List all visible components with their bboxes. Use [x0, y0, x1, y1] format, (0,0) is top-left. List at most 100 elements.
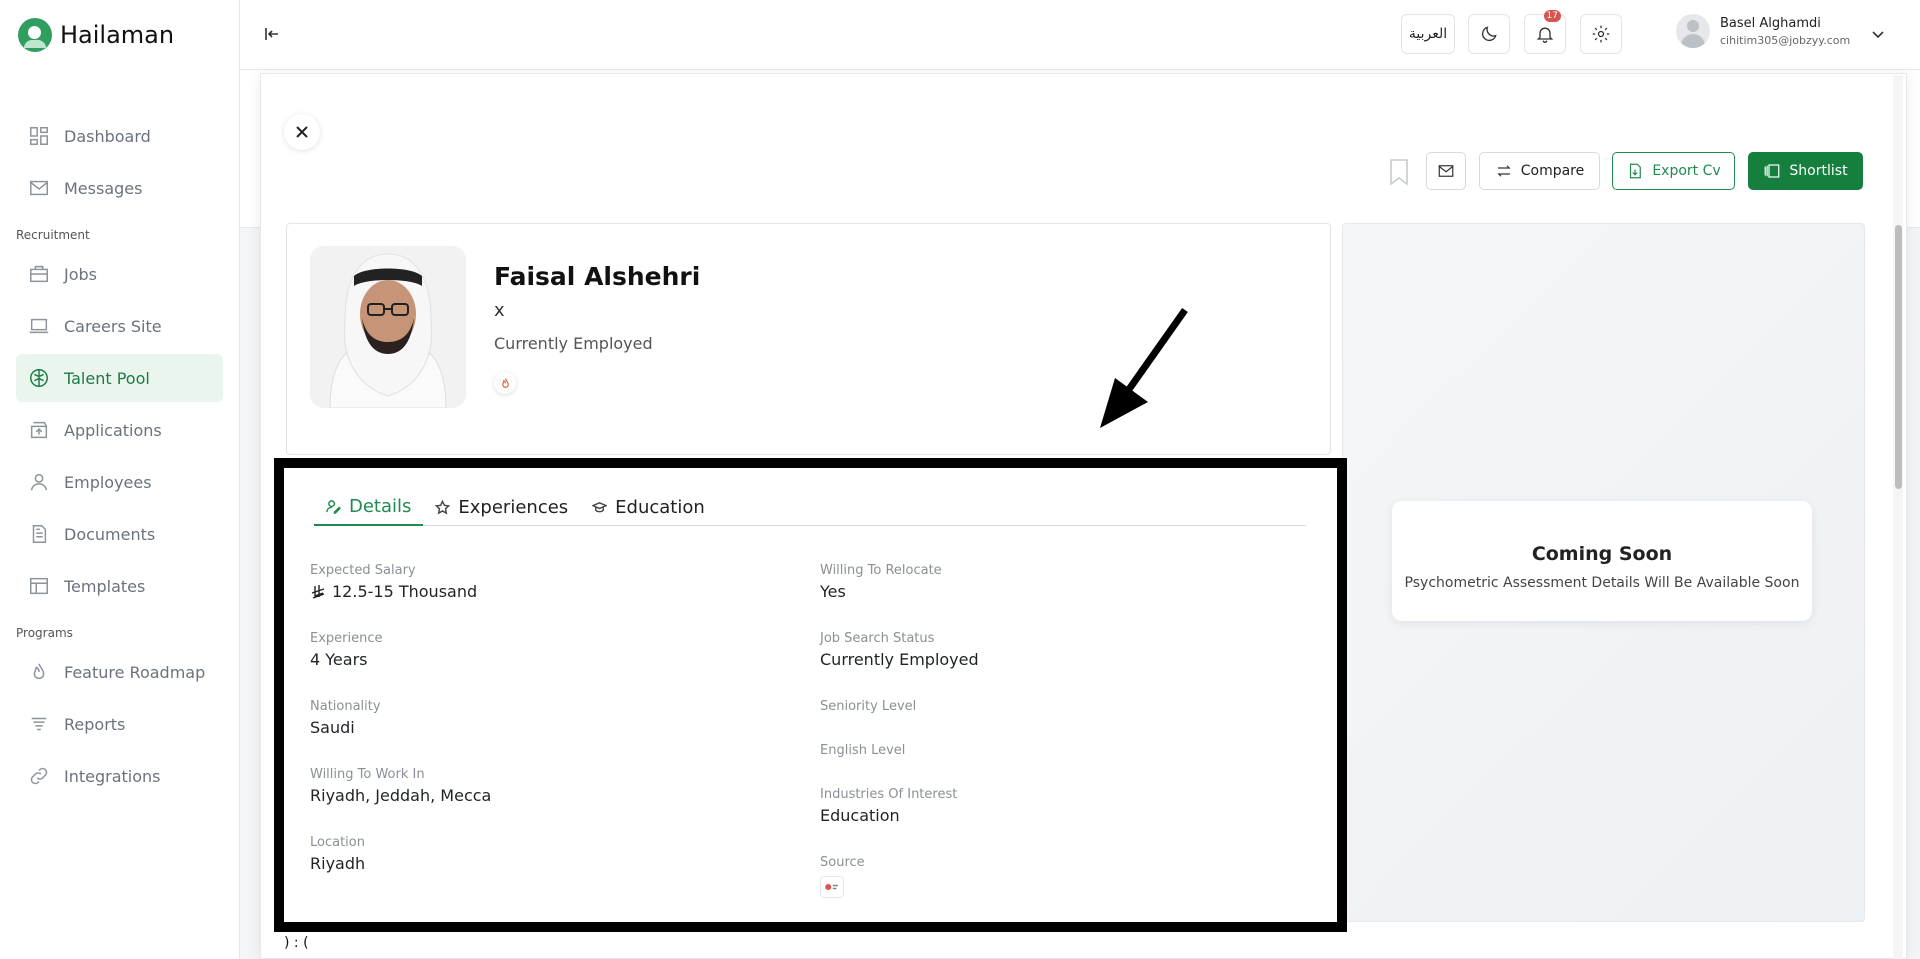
brand[interactable]: Hailaman [18, 18, 174, 52]
field-nationality: Nationality Saudi [310, 699, 381, 737]
sidebar-item-label: Careers Site [64, 316, 162, 336]
gear-icon [1592, 25, 1610, 43]
nav-section-programs: Programs [16, 626, 73, 640]
close-modal-button[interactable] [284, 114, 320, 150]
field-value: Riyadh, Jeddah, Mecca [310, 786, 492, 805]
message-candidate-button[interactable] [1426, 152, 1466, 190]
sidebar-item-label: Dashboard [64, 126, 151, 146]
sidebar-nav: Dashboard Messages Recruitment Jobs Care… [16, 112, 223, 804]
field-industries-of-interest: Industries Of Interest Education [820, 787, 957, 825]
compare-button[interactable]: Compare [1479, 152, 1600, 190]
sidebar-item-documents[interactable]: Documents [16, 510, 223, 558]
sidebar-item-label: Messages [64, 178, 143, 198]
shortlist-label: Shortlist [1789, 163, 1848, 179]
source-logo-icon [820, 876, 844, 898]
shortlist-button[interactable]: Shortlist [1748, 152, 1863, 190]
modal-scrollbar[interactable] [1893, 75, 1903, 959]
field-willing-to-relocate: Willing To Relocate Yes [820, 563, 942, 601]
language-toggle-button[interactable]: العربية [1401, 14, 1455, 54]
tab-education[interactable]: Education [580, 488, 717, 526]
field-value: 4 Years [310, 650, 368, 669]
tab-experiences[interactable]: Experiences [423, 488, 580, 526]
avatar [1676, 14, 1710, 48]
brand-logo-icon [18, 18, 52, 52]
sidebar-item-templates[interactable]: Templates [16, 562, 223, 610]
annotation-arrow-icon [1100, 307, 1188, 428]
field-job-search-status: Job Search Status Currently Employed [820, 631, 979, 669]
sidebar-item-label: Documents [64, 524, 156, 544]
laptop-icon [29, 318, 49, 334]
sidebar-item-careers-site[interactable]: Careers Site [16, 302, 223, 350]
sidebar-item-talent-pool[interactable]: Talent Pool [16, 354, 223, 402]
tab-details[interactable]: Details [314, 488, 424, 526]
bookmark-icon[interactable] [1387, 158, 1411, 186]
field-location: Location Riyadh [310, 835, 365, 873]
field-source: Source [820, 855, 865, 898]
candidate-title: x [494, 300, 505, 321]
file-download-icon [1630, 163, 1642, 179]
bell-icon [1536, 27, 1554, 43]
document-icon [32, 525, 47, 543]
field-seniority-level: Seniority Level [820, 699, 916, 714]
candidate-name: Faisal Alshehri [494, 262, 701, 291]
field-label: Job Search Status [820, 631, 935, 646]
field-willing-to-work-in: Willing To Work In Riyadh, Jeddah, Mecca [310, 767, 491, 805]
moon-icon [1481, 26, 1497, 42]
settings-button[interactable] [1580, 14, 1622, 54]
sidebar-item-label: Reports [64, 714, 126, 734]
dashboard-icon [30, 127, 48, 145]
field-value: 12.5-15 Thousand [332, 582, 478, 601]
notification-count-badge: 17 [1543, 10, 1561, 22]
tab-label: Experiences [458, 496, 569, 518]
sidebar-item-label: Integrations [64, 766, 161, 786]
export-cv-button[interactable]: Export Cv [1612, 152, 1735, 190]
source-logo-image [825, 884, 838, 890]
sidebar-item-jobs[interactable]: Jobs [16, 250, 223, 298]
field-label: Industries Of Interest [820, 787, 958, 802]
sidebar-item-label: Jobs [64, 264, 97, 284]
sidebar-item-reports[interactable]: Reports [16, 700, 223, 748]
template-icon [30, 577, 48, 595]
brand-name: Hailaman [60, 21, 175, 49]
sidebar-item-employees[interactable]: Employees [16, 458, 223, 506]
compare-label: Compare [1520, 163, 1585, 179]
field-label: Willing To Relocate [820, 563, 942, 578]
field-label: Experience [310, 631, 383, 646]
hot-candidate-button[interactable] [494, 372, 516, 394]
sidebar-item-label: Talent Pool [64, 368, 150, 388]
export-cv-label: Export Cv [1652, 163, 1721, 179]
field-value: Education [820, 806, 900, 825]
sidebar-item-label: Employees [64, 472, 152, 492]
sidebar-item-label: Templates [64, 576, 146, 596]
flame-icon [33, 663, 45, 680]
graduation-cap-icon [592, 501, 608, 512]
field-expected-salary: Expected Salary 12.5-15 Thousand [310, 563, 477, 601]
sidebar-item-applications[interactable]: Applications [16, 406, 223, 454]
field-label: Willing To Work In [310, 767, 425, 782]
profile-tabs: Details Experiences Education [314, 488, 1306, 526]
link-icon [30, 767, 48, 785]
swap-icon [1497, 165, 1511, 177]
scrollbar-thumb[interactable] [1895, 225, 1902, 489]
brain-icon [30, 369, 48, 387]
details-icon [326, 499, 341, 514]
chevron-down-icon[interactable] [1870, 26, 1886, 42]
sidebar: Hailaman Dashboard Messages Recruitment … [0, 0, 240, 959]
field-label: Source [820, 855, 865, 870]
field-experience: Experience 4 Years [310, 631, 383, 669]
sidebar-item-integrations[interactable]: Integrations [16, 752, 223, 800]
collapse-sidebar-icon[interactable] [262, 24, 282, 44]
field-value: Yes [820, 582, 846, 601]
notifications-button[interactable]: 17 [1524, 10, 1566, 54]
sidebar-item-messages[interactable]: Messages [16, 164, 223, 212]
sidebar-item-dashboard[interactable]: Dashboard [16, 112, 223, 160]
field-value: Saudi [310, 718, 355, 737]
user-info: Basel Alghamdi cihitim305@jobzyy.com [1720, 16, 1850, 47]
field-label: Nationality [310, 699, 381, 714]
dark-mode-button[interactable] [1468, 14, 1510, 54]
tab-label: Education [615, 496, 705, 518]
field-label: Seniority Level [820, 699, 917, 714]
user-menu[interactable]: Basel Alghamdi cihitim305@jobzyy.com [1676, 14, 1850, 48]
sidebar-item-feature-roadmap[interactable]: Feature Roadmap [16, 648, 223, 696]
candidate-photo [310, 246, 466, 408]
